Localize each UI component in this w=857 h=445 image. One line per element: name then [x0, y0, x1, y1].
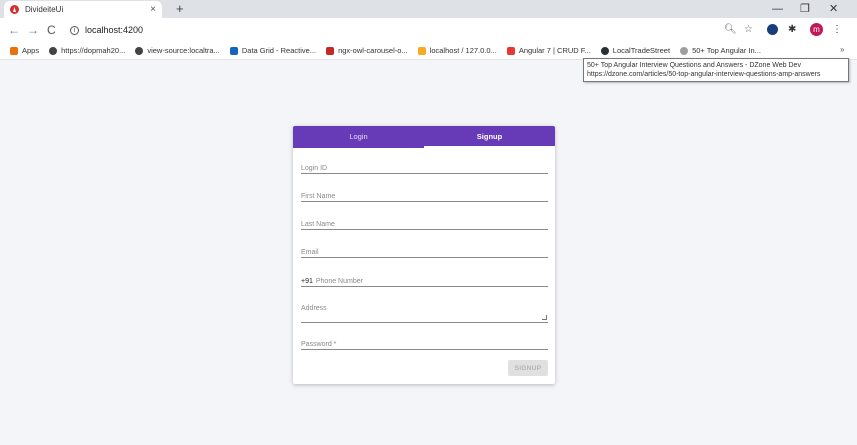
url-text: localhost:4200 [85, 25, 144, 35]
grid-icon [229, 46, 238, 55]
bookmark-tooltip: 50+ Top Angular Interview Questions and … [583, 58, 849, 82]
restore-button[interactable]: ❐ [800, 2, 810, 16]
address-field[interactable]: Address [301, 304, 548, 323]
phone-row: +91 Phone Number [301, 278, 363, 285]
bookmark-label: LocalTradeStreet [612, 46, 671, 55]
auth-tabs: Login Signup [293, 126, 555, 148]
tooltip-url: https://dzone.com/articles/50-top-angula… [587, 71, 821, 78]
extensions-puzzle-icon[interactable]: ✱ [788, 23, 796, 37]
login-id-placeholder: Login ID [301, 165, 328, 172]
phone-field[interactable]: +91 Phone Number [301, 275, 548, 287]
bookmark-item[interactable]: 50+ Top Angular In... [680, 46, 761, 55]
bookmark-label: https://dopmah20... [61, 46, 126, 55]
last-name-field[interactable]: Last Name [301, 218, 548, 230]
phone-prefix: +91 [301, 278, 313, 285]
first-name-placeholder: First Name [301, 193, 336, 200]
bookmark-item[interactable]: Data Grid - Reactive... [229, 46, 317, 55]
bookmark-item[interactable]: view-source:localtra... [135, 46, 220, 55]
bookmark-label: view-source:localtra... [147, 46, 220, 55]
zoom-icon[interactable]: 🔍︎ [724, 23, 737, 37]
bookmark-item[interactable]: ngx-owl-carousel-o... [326, 46, 408, 55]
tab-title: DivideiteUi [25, 5, 64, 14]
browser-toolbar: ← → C i localhost:4200 🔍︎ ☆ ✱ m ⋮ [0, 18, 857, 42]
address-bar[interactable]: i localhost:4200 [70, 22, 720, 38]
menu-kebab-icon[interactable]: ⋮ [832, 23, 842, 37]
tab-login[interactable]: Login [293, 126, 424, 148]
minimize-button[interactable]: — [772, 2, 783, 16]
avatar[interactable]: m [810, 23, 823, 36]
bookmark-label: ngx-owl-carousel-o... [338, 46, 408, 55]
password-field[interactable]: Password * [301, 338, 548, 350]
angular-icon [600, 46, 609, 55]
browser-tab-strip: DivideiteUi × + — ❐ ✕ [0, 0, 857, 18]
last-name-placeholder: Last Name [301, 221, 335, 228]
new-tab-button[interactable]: + [176, 1, 184, 16]
email-placeholder: Email [301, 249, 319, 256]
bookmark-item[interactable]: https://dopmah20... [49, 46, 125, 55]
tab-signup[interactable]: Signup [424, 126, 555, 148]
more-bookmarks-button[interactable]: » [840, 45, 844, 54]
dzone-icon [680, 46, 689, 55]
owl-icon [326, 46, 335, 55]
signup-button[interactable]: SIGNUP [508, 360, 548, 376]
browser-tab[interactable]: DivideiteUi × [4, 1, 162, 18]
bookmark-item[interactable]: LocalTradeStreet [600, 46, 671, 55]
bookmark-star-icon[interactable]: ☆ [744, 23, 753, 37]
phone-placeholder: Phone Number [315, 278, 363, 285]
auth-card: Login Signup Login ID First Name Last Na… [293, 126, 555, 384]
bookmark-label: 50+ Top Angular In... [692, 46, 761, 55]
apps-grid-icon [10, 46, 18, 55]
phpmyadmin-icon [417, 46, 426, 55]
back-icon[interactable]: ← [8, 22, 20, 38]
resize-handle-icon[interactable] [542, 315, 547, 320]
bookmark-label: Angular 7 | CRUD F... [518, 46, 591, 55]
bookmark-label: Apps [22, 46, 40, 55]
bookmark-item[interactable]: localhost / 127.0.0... [417, 46, 497, 55]
angular-favicon-icon [10, 5, 19, 14]
bookmark-label: Data Grid - Reactive... [241, 46, 317, 55]
first-name-field[interactable]: First Name [301, 190, 548, 202]
forward-icon[interactable]: → [27, 22, 39, 38]
login-id-field[interactable]: Login ID [301, 162, 548, 174]
extension-check-icon[interactable] [767, 24, 778, 35]
bookmark-apps[interactable]: Apps [10, 46, 39, 55]
bookmark-item[interactable]: Angular 7 | CRUD F... [506, 46, 591, 55]
bookmark-label: localhost / 127.0.0... [429, 46, 497, 55]
tooltip-title: 50+ Top Angular Interview Questions and … [587, 62, 801, 69]
close-window-button[interactable]: ✕ [829, 2, 838, 16]
tab-close-button[interactable]: × [150, 4, 156, 15]
password-placeholder: Password * [301, 341, 337, 348]
email-field[interactable]: Email [301, 246, 548, 258]
globe-icon [49, 46, 58, 55]
youtube-icon [506, 46, 515, 55]
site-info-icon[interactable]: i [70, 25, 79, 35]
address-placeholder: Address [301, 305, 327, 312]
reload-icon[interactable]: C [47, 22, 56, 38]
globe-icon [135, 46, 144, 55]
